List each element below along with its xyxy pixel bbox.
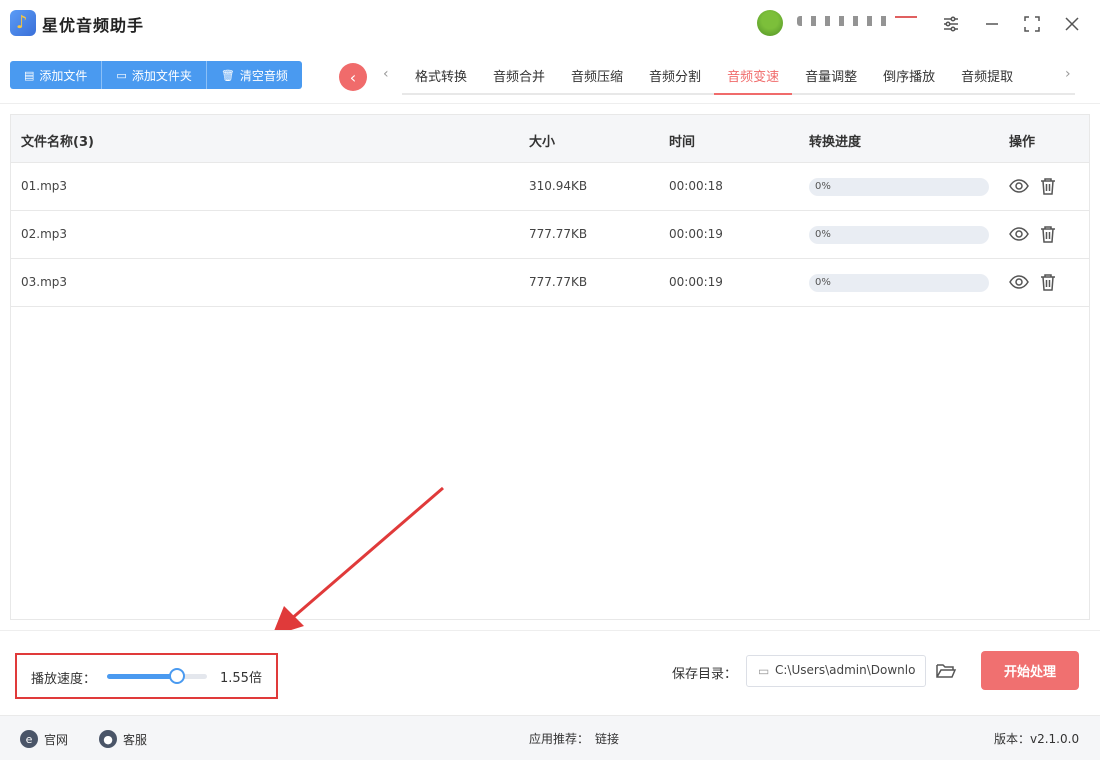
- version-text: 版本：v2.1.0.0: [994, 732, 1080, 746]
- preview-eye-icon[interactable]: [1008, 175, 1030, 197]
- delete-trash-icon[interactable]: [1037, 175, 1059, 197]
- speed-value: 1.55倍: [220, 671, 262, 686]
- progress-bar: 0%: [809, 226, 989, 244]
- file-duration: 00:00:18: [669, 179, 723, 193]
- chevron-left-icon: ‹: [349, 67, 357, 87]
- add-folder-button[interactable]: ▭ 添加文件夹: [102, 61, 207, 89]
- tab-audio-extract[interactable]: 音频提取: [948, 57, 1026, 93]
- start-process-button[interactable]: 开始处理: [981, 651, 1079, 690]
- footer: e 官网 ● 客服 应用推荐： 链接 版本：v2.1.0.0: [0, 715, 1100, 760]
- recommend-link[interactable]: 链接: [595, 730, 619, 747]
- tab-audio-split[interactable]: 音频分割: [636, 57, 714, 93]
- save-dir-label: 保存目录：: [672, 667, 738, 682]
- app-title: 星优音频助手: [42, 16, 145, 35]
- table-row[interactable]: 02.mp3 777.77KB 00:00:19 0%: [11, 211, 1089, 259]
- open-folder-icon[interactable]: [935, 660, 957, 682]
- settings-sliders-icon[interactable]: [939, 12, 963, 36]
- header-actions: 操作: [1009, 135, 1036, 150]
- app-logo-icon: [10, 10, 36, 36]
- maximize-icon[interactable]: [1020, 12, 1044, 36]
- minimize-icon[interactable]: [980, 12, 1004, 36]
- table-row[interactable]: 01.mp3 310.94KB 00:00:18 0%: [11, 163, 1089, 211]
- annotation-arrow: [272, 486, 444, 636]
- folder-outline-icon: ▭: [758, 664, 770, 678]
- table-header: 文件名称(3) 大小 时间 转换进度 操作: [11, 115, 1089, 163]
- file-table: 文件名称(3) 大小 时间 转换进度 操作 01.mp3 310.94KB 00…: [10, 114, 1090, 620]
- file-duration: 00:00:19: [669, 275, 723, 289]
- recommend-section: 应用推荐： 链接: [529, 730, 619, 747]
- clear-audio-button[interactable]: 🗑 清空音频: [206, 61, 302, 89]
- delete-trash-icon[interactable]: [1037, 271, 1059, 293]
- progress-bar: 0%: [809, 178, 989, 196]
- clear-audio-label: 清空音频: [239, 68, 288, 83]
- tab-format-convert[interactable]: 格式转换: [402, 57, 480, 93]
- add-file-label: 添加文件: [39, 68, 88, 83]
- folder-icon: ▭: [116, 68, 127, 82]
- file-name: 02.mp3: [21, 227, 68, 241]
- recommend-label: 应用推荐：: [529, 732, 590, 746]
- header-name: 文件名称(3): [21, 135, 94, 150]
- file-duration: 00:00:19: [669, 227, 723, 241]
- tabs-prev-chevron-icon[interactable]: ‹: [383, 66, 389, 82]
- file-size: 310.94KB: [529, 179, 588, 193]
- settings-bar: 播放速度： 1.55倍 保存目录： C:\Users\admin\Downlo …: [0, 630, 1100, 710]
- chat-bubble-icon: ●: [99, 730, 117, 748]
- file-name: 03.mp3: [21, 275, 68, 289]
- progress-bar: 0%: [809, 274, 989, 292]
- table-row[interactable]: 03.mp3 777.77KB 00:00:19 0%: [11, 259, 1089, 307]
- speed-slider-fill: [107, 674, 177, 679]
- feature-tabs: 格式转换 音频合并 音频压缩 音频分割 音频变速 音量调整 倒序播放 音频提取: [402, 57, 1075, 95]
- file-size: 777.77KB: [529, 227, 588, 241]
- progress-text: 0%: [815, 181, 831, 192]
- tab-audio-merge[interactable]: 音频合并: [480, 57, 558, 93]
- divider: [0, 103, 1100, 104]
- add-file-button[interactable]: ▤ 添加文件: [10, 61, 103, 89]
- user-avatar[interactable]: [757, 10, 783, 36]
- speed-label: 播放速度：: [31, 672, 97, 687]
- website-label: 官网: [44, 732, 69, 747]
- progress-text: 0%: [815, 229, 831, 240]
- file-icon: ▤: [24, 68, 35, 82]
- user-name-obscured: [797, 16, 889, 26]
- speed-slider-thumb[interactable]: [169, 668, 185, 684]
- tab-audio-speed[interactable]: 音频变速: [714, 57, 793, 95]
- preview-eye-icon[interactable]: [1008, 271, 1030, 293]
- vip-badge: [895, 16, 917, 30]
- progress-text: 0%: [815, 277, 831, 288]
- close-icon[interactable]: [1060, 12, 1084, 36]
- speed-slider[interactable]: [107, 674, 207, 679]
- support-label: 客服: [123, 732, 148, 747]
- file-size: 777.77KB: [529, 275, 588, 289]
- tab-audio-compress[interactable]: 音频压缩: [558, 57, 636, 93]
- title-bar: 星优音频助手: [0, 0, 1100, 48]
- trash-icon: 🗑: [220, 68, 235, 82]
- browser-e-icon: e: [20, 730, 38, 748]
- delete-trash-icon[interactable]: [1037, 223, 1059, 245]
- website-link[interactable]: e 官网: [20, 730, 68, 748]
- support-link[interactable]: ● 客服: [99, 730, 147, 748]
- file-name: 01.mp3: [21, 179, 68, 193]
- file-toolbar: ▤ 添加文件 ▭ 添加文件夹 🗑 清空音频: [10, 61, 302, 89]
- add-folder-label: 添加文件夹: [131, 68, 192, 83]
- tabs-next-chevron-icon[interactable]: ›: [1065, 66, 1071, 82]
- tab-reverse-play[interactable]: 倒序播放: [870, 57, 948, 93]
- header-size: 大小: [529, 135, 556, 150]
- speed-highlight-box: 播放速度： 1.55倍: [15, 653, 278, 699]
- header-time: 时间: [669, 135, 696, 150]
- back-arrow-button[interactable]: ‹: [339, 63, 367, 91]
- tab-volume-adjust[interactable]: 音量调整: [792, 57, 870, 93]
- header-progress: 转换进度: [809, 135, 862, 150]
- save-dir-input[interactable]: C:\Users\admin\Downlo: [746, 655, 926, 687]
- preview-eye-icon[interactable]: [1008, 223, 1030, 245]
